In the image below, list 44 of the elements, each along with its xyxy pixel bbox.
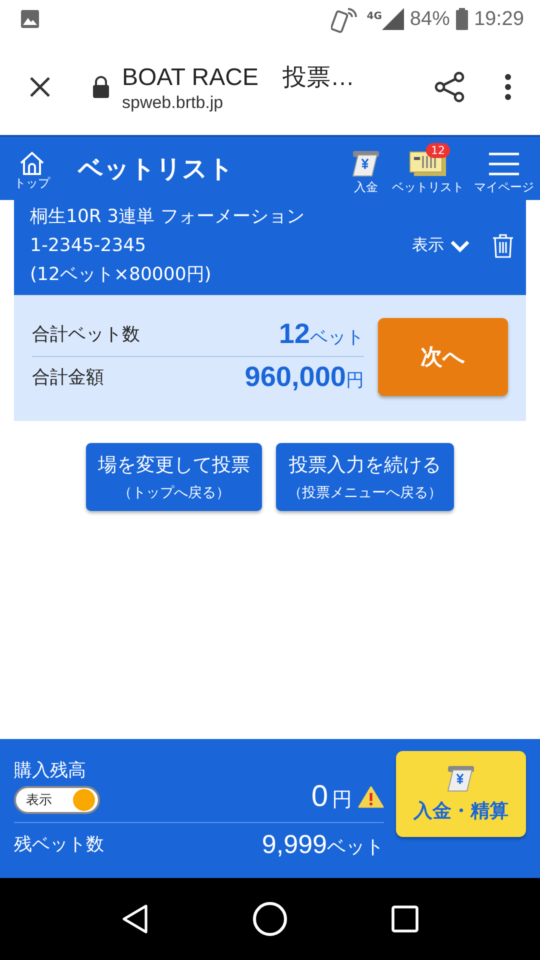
remaining-bets-label: 残ベット数: [14, 833, 104, 856]
home-icon: [19, 151, 45, 175]
image-icon: [20, 9, 40, 29]
share-icon[interactable]: [434, 70, 466, 102]
bet-text: (12ベット×80000円): [30, 263, 212, 287]
navigation-button[interactable]: 場を変更して投票 （トップへ戻る）: [86, 443, 262, 511]
bet-text: 1-2345-2345: [30, 234, 148, 258]
bet-list-button[interactable]: 12 ベットリスト: [392, 141, 466, 196]
bet-text: 桐生10R 3連単 フォーメーション: [30, 205, 306, 229]
network-type: 4G: [366, 11, 382, 22]
deposit-settle-button[interactable]: 入金・精算: [396, 750, 526, 836]
battery-icon: [456, 8, 468, 30]
chevron-icon: [450, 238, 470, 252]
summary-value: 960,000円: [244, 361, 364, 393]
next-button[interactable]: 次へ: [378, 318, 508, 396]
remaining-bets-value: 9,999ベット: [262, 828, 384, 860]
ticket-machine-icon: [445, 764, 477, 794]
balance-amount: 0 円: [311, 780, 352, 814]
lock-icon: [92, 76, 110, 98]
menu-icon: [488, 151, 520, 177]
summary-label: 合計金額: [32, 366, 104, 390]
page-title: BOAT RACE 投票…: [122, 62, 356, 92]
recents-icon[interactable]: [390, 905, 419, 933]
signal-icon: [382, 8, 404, 30]
page-url: spweb.brtb.jp: [122, 92, 224, 112]
ticket-machine-icon: [350, 149, 382, 179]
trash-icon[interactable]: [492, 232, 514, 258]
home-button[interactable]: トップ: [14, 151, 50, 192]
close-icon[interactable]: [28, 74, 52, 98]
menu-button[interactable]: マイページ: [474, 141, 536, 196]
summary-value: 12ベット: [278, 318, 364, 350]
summary-label: 合計ベット数: [32, 323, 140, 347]
back-icon[interactable]: [121, 904, 150, 934]
more-icon[interactable]: [504, 72, 512, 100]
battery-percent: 84%: [410, 8, 450, 30]
home-icon[interactable]: [252, 901, 288, 937]
deposit-button[interactable]: 入金: [350, 141, 384, 196]
show-toggle[interactable]: 表示: [412, 235, 470, 256]
header-title: ベットリスト: [78, 153, 235, 185]
clock: 19:29: [474, 8, 524, 30]
balance-label: 購入残高: [14, 758, 87, 782]
show-switch[interactable]: 表示: [14, 786, 100, 814]
navigation-button[interactable]: 投票入力を続ける （投票メニューへ戻る）: [276, 443, 454, 511]
count-badge: 12: [426, 143, 450, 158]
